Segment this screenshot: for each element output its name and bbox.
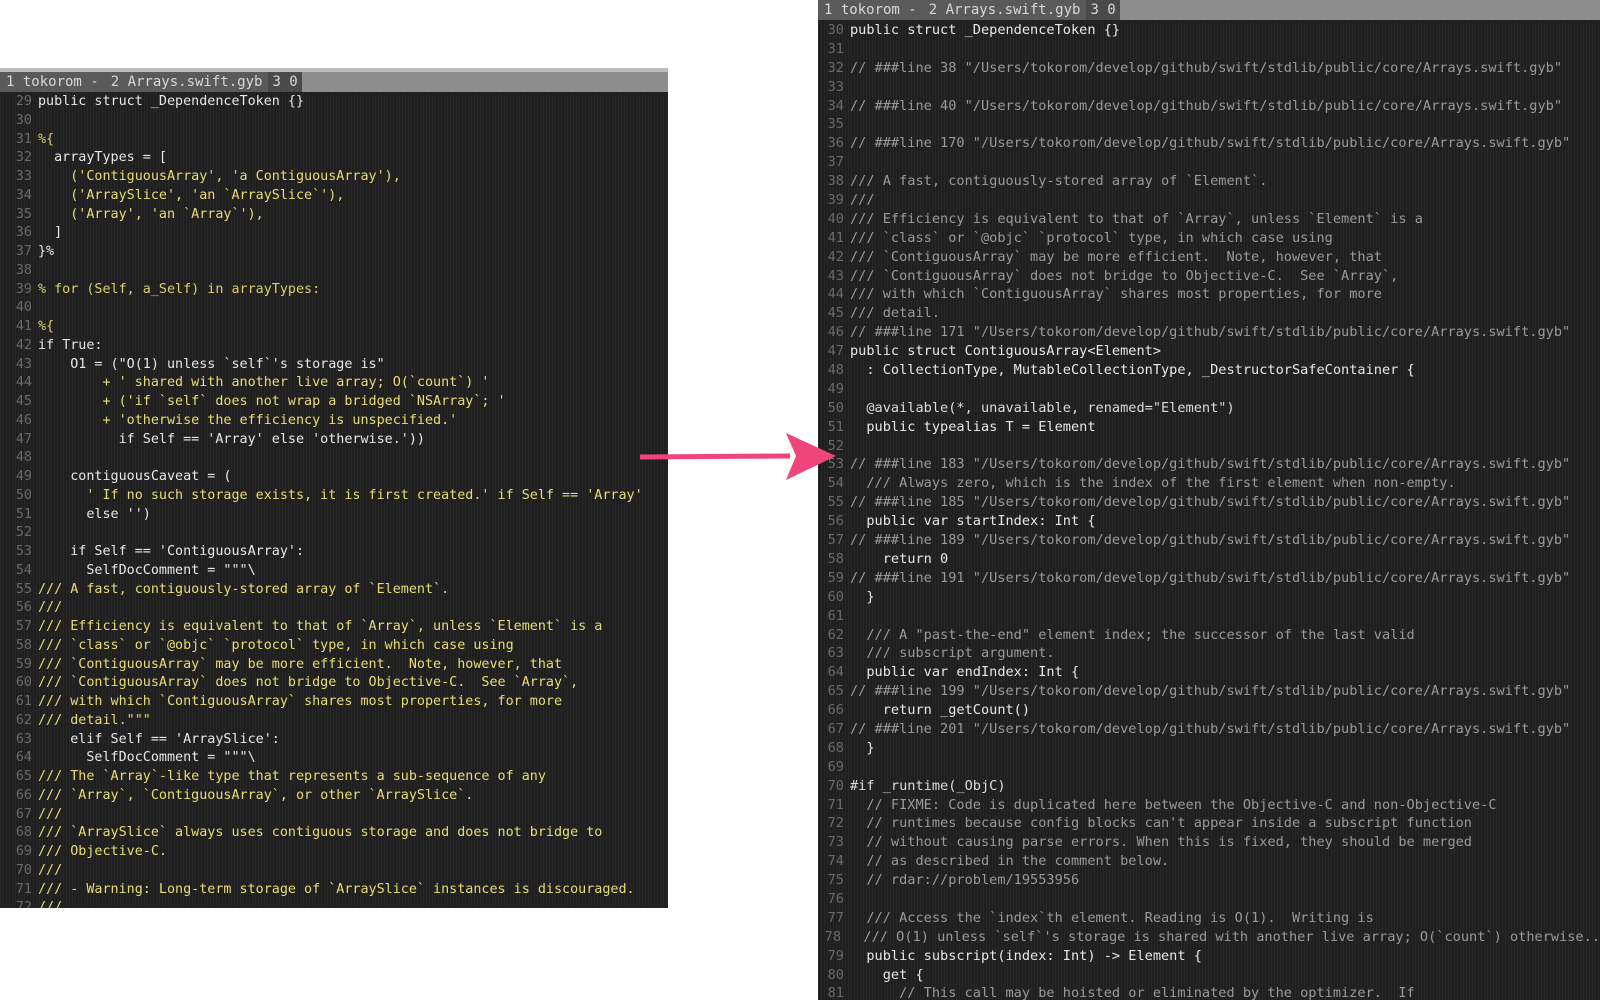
- transform-arrow-icon: [639, 433, 836, 480]
